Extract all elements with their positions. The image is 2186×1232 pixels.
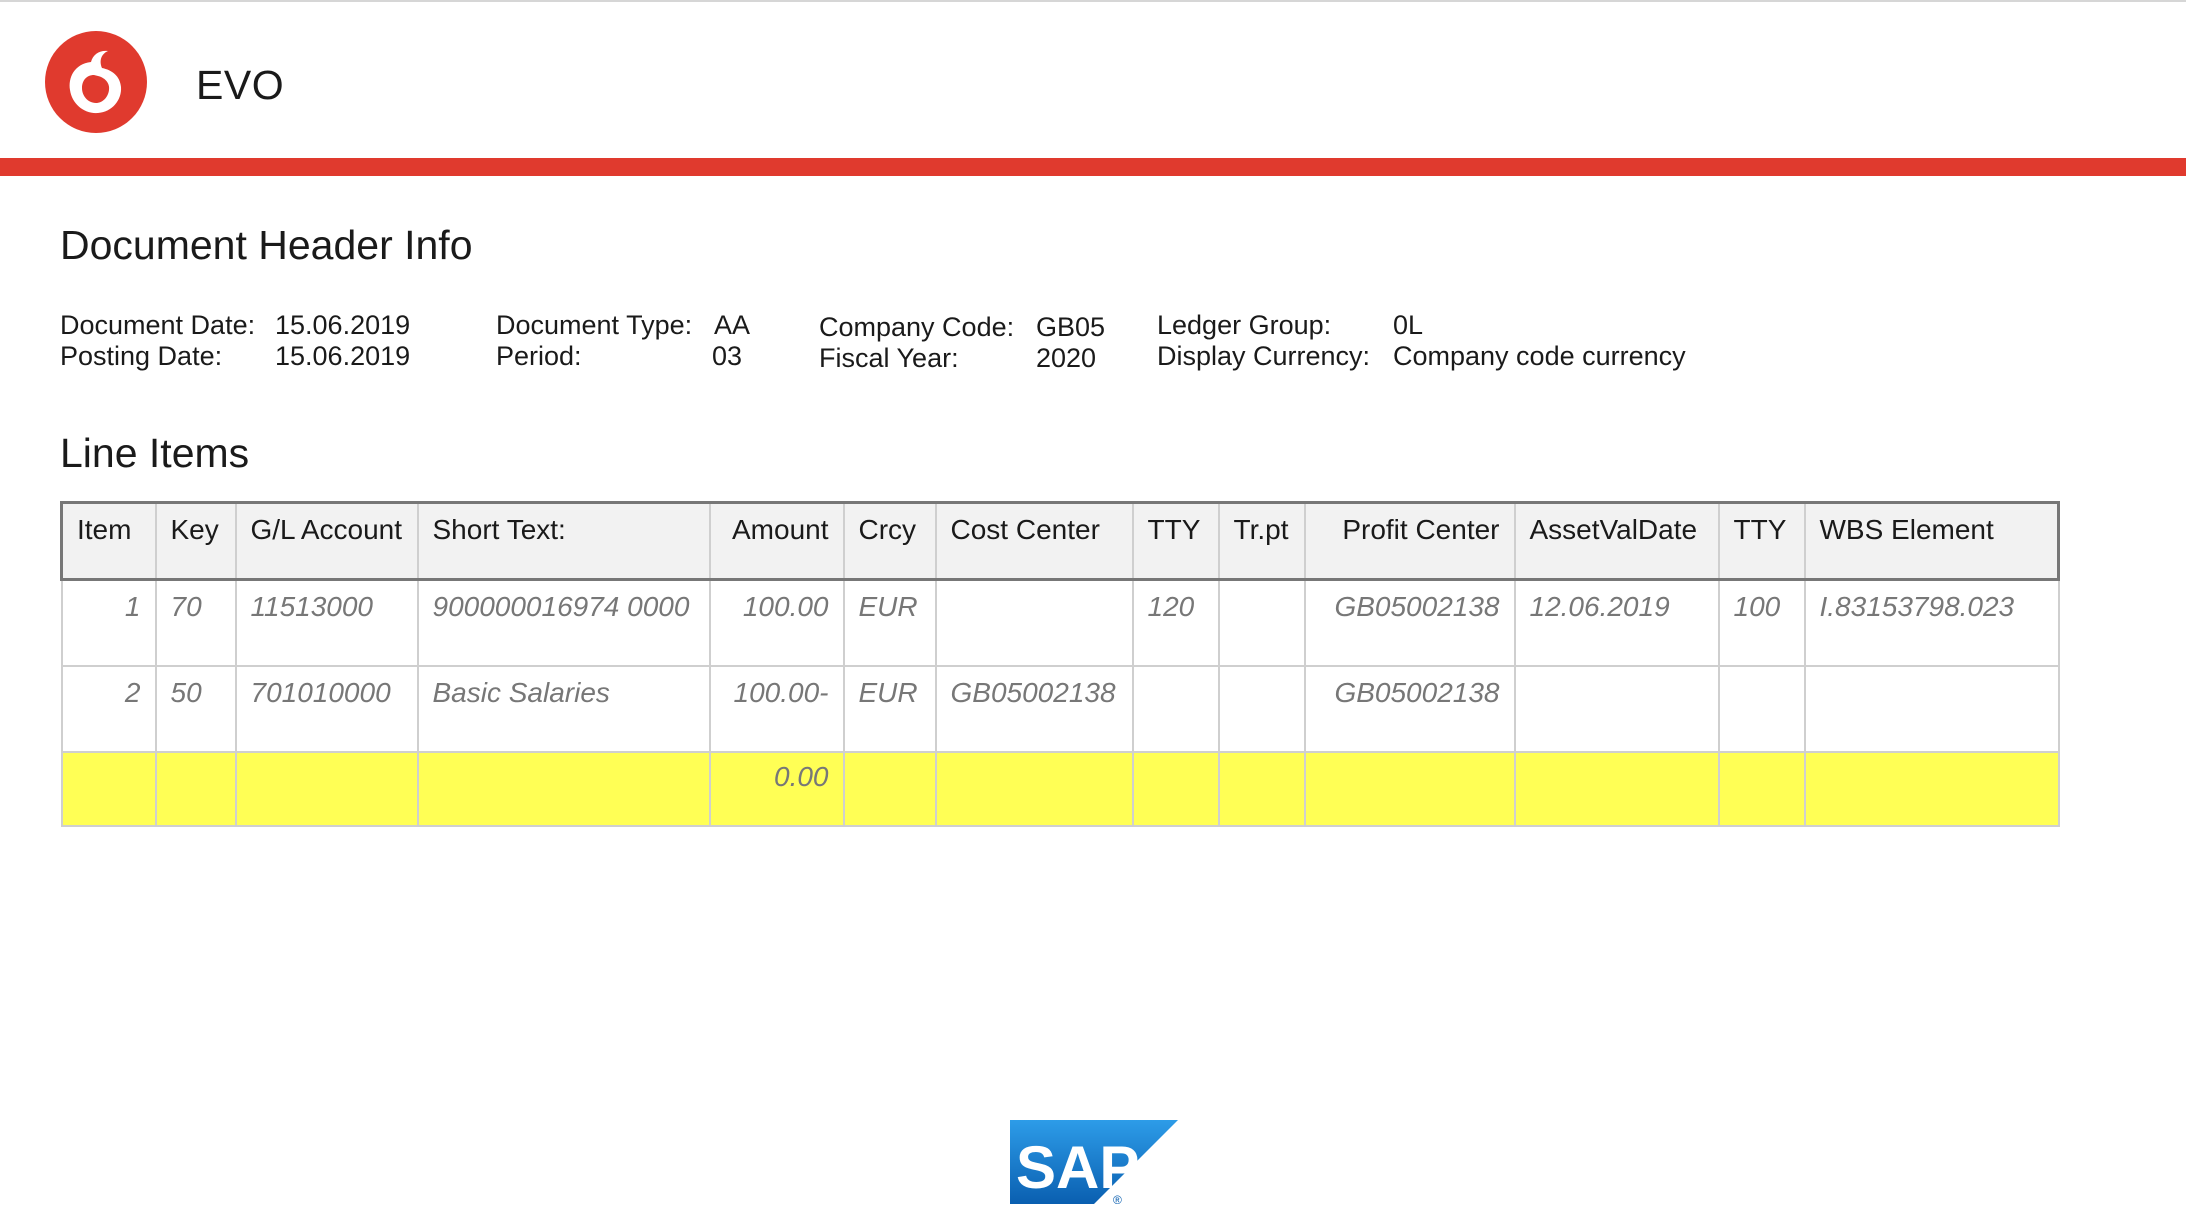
cell-wbs-element[interactable] (1803, 665, 2060, 753)
cell-short-text[interactable]: Basic Salaries (416, 665, 711, 753)
table-header-row: Item Key G/L Account Short Text: Amount … (60, 501, 2060, 581)
cell-key[interactable]: 70 (154, 578, 237, 667)
document-date-value: 15.06.2019 (275, 310, 411, 340)
document-date-label: Document Date: (60, 310, 256, 340)
cell-tty[interactable]: 120 (1131, 578, 1220, 667)
fiscal-year-label: Fiscal Year: (819, 343, 959, 373)
total-cell (934, 751, 1134, 827)
posting-date-value: 15.06.2019 (275, 341, 411, 371)
cell-trading-partner[interactable] (1217, 665, 1306, 753)
total-cell (842, 751, 937, 827)
total-cell (60, 751, 157, 827)
total-cell (416, 751, 711, 827)
column-header-amount[interactable]: Amount (708, 501, 845, 581)
column-header-cost-center[interactable]: Cost Center (934, 501, 1134, 581)
total-amount: 0.00 (708, 751, 845, 827)
column-header-item[interactable]: Item (60, 501, 157, 581)
column-header-asset-value-date[interactable]: AssetValDate (1513, 501, 1720, 581)
header-accent-bar (0, 158, 2186, 176)
cell-asset-value-date[interactable] (1513, 665, 1720, 753)
column-header-trading-partner[interactable]: Tr.pt (1217, 501, 1306, 581)
cell-short-text[interactable]: 900000016974 0000 (416, 578, 711, 667)
display-currency-label: Display Currency: (1157, 341, 1371, 371)
cell-profit-center[interactable]: GB05002138 (1303, 665, 1516, 753)
cell-cost-center[interactable]: GB05002138 (934, 665, 1134, 753)
app-title: EVO (196, 62, 285, 108)
total-cell (1513, 751, 1720, 827)
vodafone-logo-icon (45, 31, 147, 133)
fiscal-year-value: 2020 (1036, 343, 1097, 373)
company-code-label: Company Code: (819, 312, 1015, 342)
cell-cost-center[interactable] (934, 578, 1134, 667)
total-cell (234, 751, 419, 827)
cell-gl-account[interactable]: 11513000 (234, 578, 419, 667)
table-row[interactable]: 1 70 11513000 900000016974 0000 100.00 E… (60, 578, 2060, 667)
company-code-value: GB05 (1036, 312, 1106, 342)
cell-tty[interactable] (1131, 665, 1220, 753)
table-row[interactable]: 2 50 701010000 Basic Salaries 100.00- EU… (60, 665, 2060, 753)
total-cell (1803, 751, 2060, 827)
cell-asset-value-date[interactable]: 12.06.2019 (1513, 578, 1720, 667)
total-cell (1131, 751, 1220, 827)
cell-tty-2[interactable] (1717, 665, 1806, 753)
total-cell (1217, 751, 1306, 827)
cell-item[interactable]: 2 (60, 665, 157, 753)
column-header-tty[interactable]: TTY (1131, 501, 1220, 581)
sap-logo-icon: SAP ® (1010, 1120, 1178, 1204)
total-row: 0.00 (60, 751, 2060, 827)
cell-key[interactable]: 50 (154, 665, 237, 753)
cell-tty-2[interactable]: 100 (1717, 578, 1806, 667)
column-header-wbs-element[interactable]: WBS Element (1803, 501, 2060, 581)
ledger-group-label: Ledger Group: (1157, 310, 1332, 340)
column-header-gl-account[interactable]: G/L Account (234, 501, 419, 581)
cell-amount[interactable]: 100.00 (708, 578, 845, 667)
total-cell (1717, 751, 1806, 827)
cell-trading-partner[interactable] (1217, 578, 1306, 667)
cell-item[interactable]: 1 (60, 578, 157, 667)
cell-profit-center[interactable]: GB05002138 (1303, 578, 1516, 667)
column-header-currency[interactable]: Crcy (842, 501, 937, 581)
display-currency-value: Company code currency (1393, 341, 1686, 371)
top-border (0, 0, 2186, 2)
cell-wbs-element[interactable]: I.83153798.023 (1803, 578, 2060, 667)
period-label: Period: (496, 341, 582, 371)
period-value: 03 (712, 341, 743, 371)
cell-currency[interactable]: EUR (842, 578, 937, 667)
column-header-tty-2[interactable]: TTY (1717, 501, 1806, 581)
cell-currency[interactable]: EUR (842, 665, 937, 753)
line-items-table: Item Key G/L Account Short Text: Amount … (60, 501, 2060, 827)
document-header-title: Document Header Info (60, 222, 473, 268)
column-header-short-text[interactable]: Short Text: (416, 501, 711, 581)
line-items-title: Line Items (60, 430, 250, 476)
cell-gl-account[interactable]: 701010000 (234, 665, 419, 753)
cell-amount[interactable]: 100.00- (708, 665, 845, 753)
document-type-label: Document Type: (496, 310, 693, 340)
total-cell (1303, 751, 1516, 827)
svg-text:®: ® (1113, 1193, 1122, 1204)
document-type-value: AA (714, 310, 751, 340)
column-header-key[interactable]: Key (154, 501, 237, 581)
total-cell (154, 751, 237, 827)
svg-text:SAP: SAP (1016, 1134, 1139, 1201)
column-header-profit-center[interactable]: Profit Center (1303, 501, 1516, 581)
ledger-group-value: 0L (1393, 310, 1424, 340)
posting-date-label: Posting Date: (60, 341, 223, 371)
